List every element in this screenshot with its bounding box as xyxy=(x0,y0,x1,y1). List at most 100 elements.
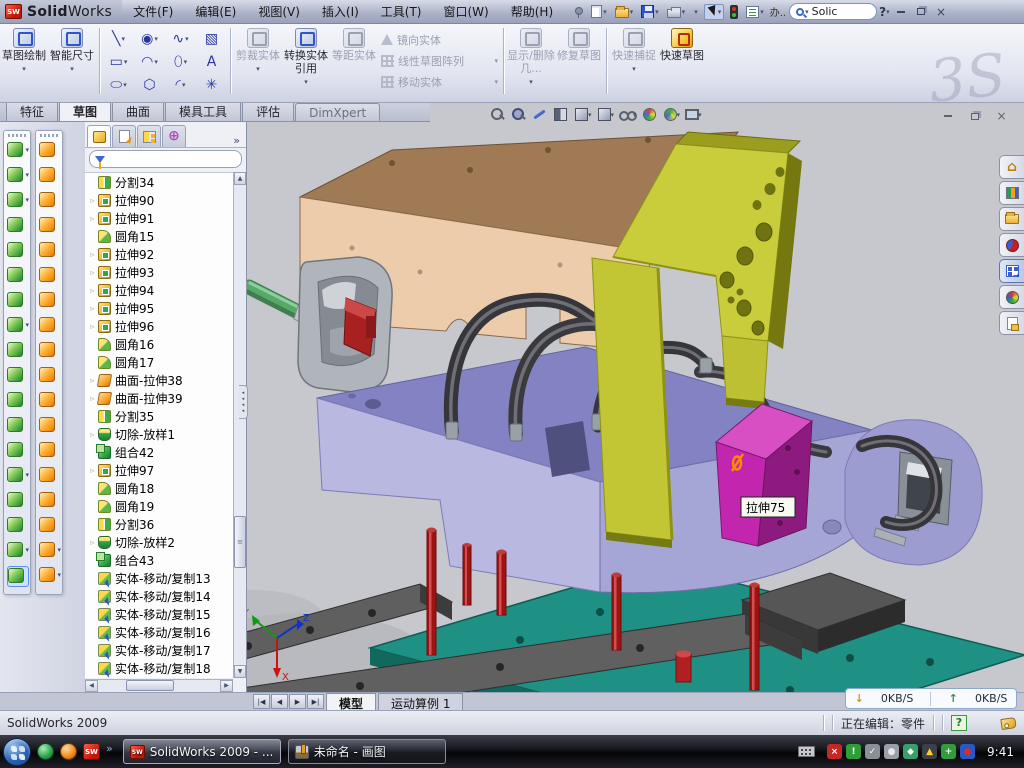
tree-item[interactable]: 实体-移动/复制13 xyxy=(85,569,233,587)
tray-defender-plus-icon[interactable]: + xyxy=(941,744,956,759)
expand-arrow-icon[interactable]: ▹ xyxy=(87,286,98,295)
graphics-viewport[interactable]: X Y Z 拉伸75 ▾▾▾▾▾ × ⌂ xyxy=(247,103,1024,692)
apply-scene-button[interactable]: ▾ xyxy=(662,106,681,123)
toolbar-grip[interactable] xyxy=(40,134,58,137)
tool-trim-surface[interactable] xyxy=(39,391,61,412)
tree-item[interactable]: 实体-移动/复制15 xyxy=(85,605,233,623)
edit-appearance-button[interactable] xyxy=(641,106,658,123)
view-palette-button[interactable] xyxy=(999,259,1024,283)
tree-item[interactable]: 实体-移动/复制18 xyxy=(85,659,233,677)
start-button[interactable] xyxy=(3,738,31,766)
minimize-button[interactable] xyxy=(893,5,910,19)
tree-item[interactable]: 圆角16 xyxy=(85,335,233,353)
tool-extruded-cut[interactable]: ▾ xyxy=(7,166,29,187)
tool-boss-extrude[interactable]: ▾ xyxy=(7,141,29,162)
help-button[interactable]: ? xyxy=(879,5,886,19)
tool-chamfer[interactable] xyxy=(7,266,29,287)
expand-arrow-icon[interactable]: ▹ xyxy=(87,538,98,547)
toolbox-button[interactable] xyxy=(999,233,1024,257)
tree-item[interactable]: 实体-移动/复制14 xyxy=(85,587,233,605)
menu-item-2[interactable]: 视图(V) xyxy=(247,0,311,23)
restore-button[interactable] xyxy=(913,5,930,19)
search-input[interactable]: ▾ Solic xyxy=(789,3,877,20)
rebuild-traffic-light-button[interactable] xyxy=(728,4,740,20)
last-tab-icon[interactable]: ▶| xyxy=(307,694,324,709)
expand-arrow-icon[interactable]: ▹ xyxy=(87,376,98,385)
tab-property-manager[interactable] xyxy=(112,125,136,147)
save-button[interactable]: ▾ xyxy=(639,4,661,19)
tool-ruled-surface[interactable] xyxy=(39,366,61,387)
sketch-button[interactable]: 草图绘制▾ xyxy=(0,24,48,76)
zoom-fit-button[interactable] xyxy=(489,106,506,123)
pattern-entities-button[interactable]: 线性草图阵列▾ xyxy=(378,50,500,71)
sketch-slot-button[interactable]: ⬭▾ xyxy=(103,73,134,96)
tool-surface-fillet[interactable] xyxy=(39,491,61,512)
view-settings-button[interactable]: ▾ xyxy=(684,106,702,123)
next-tab-icon[interactable]: ▶ xyxy=(289,694,306,709)
tree-item[interactable]: ▹拉伸95 xyxy=(85,299,233,317)
tree-item[interactable]: 圆角15 xyxy=(85,227,233,245)
sketch-arc-button[interactable]: ◠▾ xyxy=(134,50,165,73)
prev-tab-icon[interactable]: ◀ xyxy=(271,694,288,709)
tool-measure[interactable] xyxy=(7,566,29,587)
tool-revolved-boss[interactable] xyxy=(7,241,29,262)
commandtab-1[interactable]: 草图 xyxy=(59,100,111,121)
panel-splitter-control[interactable]: ◂◂◂◂ xyxy=(239,385,248,419)
tree-item[interactable]: 圆角17 xyxy=(85,353,233,371)
trim-entities-button[interactable]: 剪裁实体▾ xyxy=(234,24,282,76)
quick-launch-app-icon[interactable] xyxy=(60,743,77,760)
new-document-button[interactable]: ▾ xyxy=(589,4,609,19)
tree-item[interactable]: 组合43 xyxy=(85,551,233,569)
modeltab-1[interactable]: 运动算例 1 xyxy=(378,693,463,710)
commandtab-4[interactable]: 评估 xyxy=(242,100,294,121)
tree-item[interactable]: ▹拉伸91 xyxy=(85,209,233,227)
tab-configuration-manager[interactable] xyxy=(137,125,161,147)
quick-snaps-button[interactable]: 快速捕捉▾ xyxy=(610,24,658,76)
sketch-select-box-button[interactable]: ▧ xyxy=(196,27,227,50)
sketch-text-button[interactable]: A xyxy=(196,50,227,73)
tool-combine-bodies[interactable] xyxy=(7,416,29,437)
tree-item[interactable]: 实体-移动/复制16 xyxy=(85,623,233,641)
tree-filter-input[interactable] xyxy=(89,150,242,168)
rapid-sketch-button[interactable]: 快速草图 xyxy=(658,24,706,62)
offset-entities-button[interactable]: 等距实体 xyxy=(330,24,378,62)
commandtab-2[interactable]: 曲面 xyxy=(112,100,164,121)
tree-item[interactable]: ▹曲面-拉伸38 xyxy=(85,371,233,389)
print-button[interactable]: ▾ xyxy=(665,4,688,19)
toolbar-grip[interactable] xyxy=(8,134,26,137)
expand-arrow-icon[interactable]: ▹ xyxy=(87,394,98,403)
tree-item[interactable]: 分割36 xyxy=(85,515,233,533)
tool-spline-curve-2[interactable]: ▾ xyxy=(39,566,61,587)
tool-reference-axis[interactable] xyxy=(7,516,29,537)
section-view-button[interactable] xyxy=(552,106,569,123)
tree-item[interactable]: ▹拉伸93 xyxy=(85,263,233,281)
tool-planar-face[interactable] xyxy=(7,491,29,512)
tree-item[interactable]: 组合42 xyxy=(85,443,233,461)
display-style-button[interactable]: ▾ xyxy=(596,106,615,123)
scrollbar-thumb[interactable]: ≡ xyxy=(234,516,246,568)
tool-filled-surface[interactable] xyxy=(39,241,61,262)
sketch-sketch-fillet-button[interactable]: ◜▾ xyxy=(165,73,196,96)
tree-item[interactable]: ▹拉伸90 xyxy=(85,191,233,209)
tree-horizontal-scrollbar[interactable]: ◀ ▶ xyxy=(85,679,233,692)
expand-arrow-icon[interactable]: ▹ xyxy=(87,304,98,313)
menu-item-3[interactable]: 插入(I) xyxy=(311,0,370,23)
commandtab-3[interactable]: 模具工具 xyxy=(165,100,241,121)
hide-show-items-button[interactable]: ▾ xyxy=(618,106,637,123)
scrollbar-thumb[interactable] xyxy=(126,680,174,691)
tool-rib[interactable] xyxy=(7,341,29,362)
expand-arrow-icon[interactable]: ▹ xyxy=(87,196,98,205)
tree-item[interactable]: ▹拉伸92 xyxy=(85,245,233,263)
scroll-right-icon[interactable]: ▶ xyxy=(220,680,233,692)
move-entities-button[interactable]: 移动实体▾ xyxy=(378,71,500,92)
pin-button[interactable] xyxy=(571,5,585,19)
modeltab-0[interactable]: 模型 xyxy=(326,693,376,710)
sketch-polygon-button[interactable]: ⬡ xyxy=(134,73,165,96)
tab-feature-tree[interactable] xyxy=(87,125,111,147)
tool-thicken[interactable] xyxy=(39,466,61,487)
sketch-ellipse-button[interactable]: ⬯▾ xyxy=(165,50,196,73)
tool-reference-plane[interactable]: ▾ xyxy=(7,466,29,487)
first-tab-icon[interactable]: |◀ xyxy=(253,694,270,709)
tray-safety-center-icon[interactable]: ● xyxy=(960,744,975,759)
quick-launch-messenger-icon[interactable] xyxy=(37,743,54,760)
